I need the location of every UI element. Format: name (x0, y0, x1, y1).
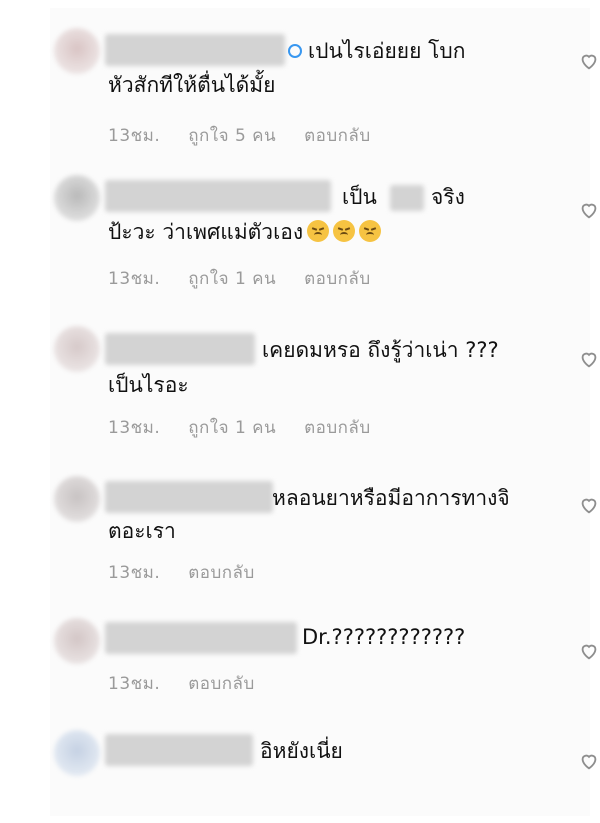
avatar[interactable] (54, 618, 100, 664)
timestamp: 13ชม. (108, 674, 161, 694)
avatar[interactable] (54, 476, 100, 522)
comment-meta: 13ชม. ถูกใจ 1 คน ตอบกลับ (108, 414, 393, 441)
likes-count[interactable]: ถูกใจ 5 คน (188, 126, 276, 146)
likes-count[interactable]: ถูกใจ 1 คน (188, 418, 276, 438)
reply-button[interactable]: ตอบกลับ (188, 563, 255, 583)
comment-text: อิหยังเนี่ย (260, 739, 343, 763)
comment-meta: 13ชม. ตอบกลับ (108, 559, 277, 586)
comment-text: หลอนยาหรือมีอาการทางจิ (272, 486, 510, 510)
blurred-username[interactable] (105, 180, 331, 212)
disappointed-emoji-icon (333, 220, 356, 242)
reply-button[interactable]: ตอบกลับ (304, 126, 371, 146)
blurred-username[interactable] (105, 34, 285, 66)
blurred-username[interactable] (105, 333, 255, 365)
comment-text-line2: ป้ะวะ ว่าเพศแม่ตัวเอง (108, 220, 304, 244)
comment-text-line2: ตอะเรา (108, 519, 176, 543)
heart-icon[interactable] (578, 348, 600, 370)
comment-text: เคยดมหรอ ถึงรู้ว่าเน่า ??? (262, 338, 499, 362)
comment-meta: 13ชม. ตอบกลับ (108, 670, 277, 697)
timestamp: 13ชม. (108, 418, 161, 438)
avatar[interactable] (54, 28, 100, 74)
disappointed-emoji-icon (359, 220, 382, 242)
disappointed-emoji-icon (307, 220, 330, 242)
avatar[interactable] (54, 175, 100, 221)
blurred-username[interactable] (105, 622, 297, 654)
comment-meta: 13ชม. ถูกใจ 1 คน ตอบกลับ (108, 265, 393, 292)
timestamp: 13ชม. (108, 563, 161, 583)
reply-button[interactable]: ตอบกลับ (188, 674, 255, 694)
comment-text: เปนไรเอ่ยยย โบก (308, 39, 466, 63)
reply-button[interactable]: ตอบกลับ (304, 269, 371, 289)
comment-text-cont: จริง (431, 185, 465, 209)
heart-icon[interactable] (578, 640, 600, 662)
heart-icon[interactable] (578, 199, 600, 221)
blurred-username[interactable] (105, 734, 253, 766)
timestamp: 13ชม. (108, 126, 161, 146)
avatar[interactable] (54, 326, 100, 372)
avatar[interactable] (54, 730, 100, 776)
heart-icon[interactable] (578, 50, 600, 72)
heart-icon[interactable] (578, 494, 600, 516)
comment-text: เป็น (342, 185, 377, 209)
blurred-word (390, 185, 424, 211)
likes-count[interactable]: ถูกใจ 1 คน (188, 269, 276, 289)
heart-icon[interactable] (578, 750, 600, 772)
comment-text: Dr.???????????? (302, 625, 466, 649)
comment-meta: 13ชม. ถูกใจ 5 คน ตอบกลับ (108, 122, 393, 149)
comment-text-line2: หัวสักทีให้ตื่นได้มั้ย (108, 73, 276, 97)
blurred-username[interactable] (105, 481, 273, 513)
timestamp: 13ชม. (108, 269, 161, 289)
comment-text-line2: เป็นไรอะ (108, 373, 189, 397)
verified-badge-icon (288, 44, 302, 58)
reply-button[interactable]: ตอบกลับ (304, 418, 371, 438)
